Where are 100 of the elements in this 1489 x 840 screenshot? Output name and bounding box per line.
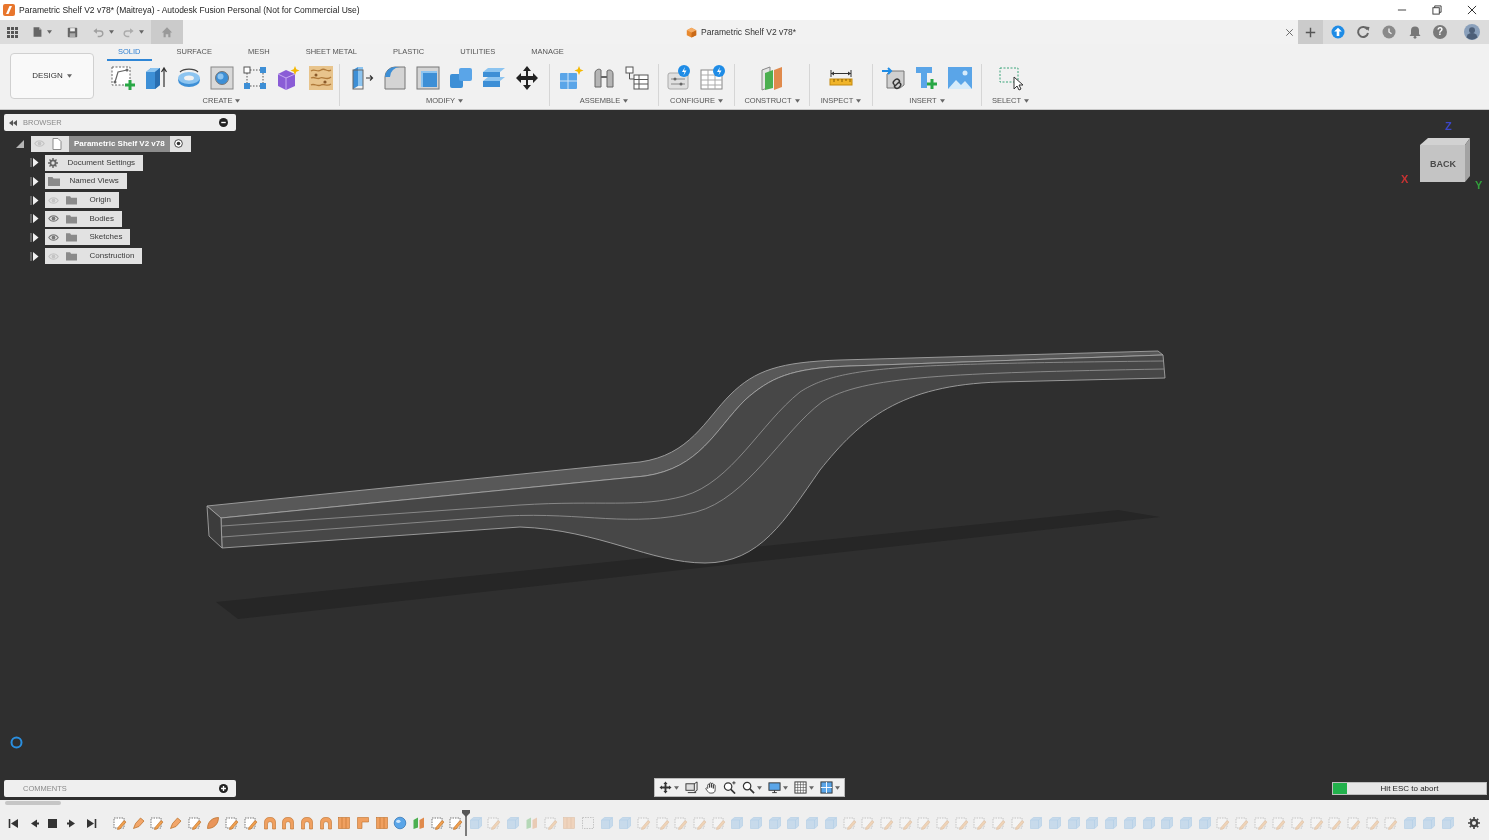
up-arrow-circle-icon[interactable] [1331,25,1345,39]
dashed-square-icon[interactable] [580,816,595,830]
planes-icon[interactable] [524,816,539,830]
panel-arrow-icon[interactable] [349,65,375,91]
pencil-square-icon[interactable] [655,816,670,830]
pencil-square-icon[interactable] [954,816,969,830]
avatar-icon[interactable] [1464,24,1480,40]
dashed-box-cursor-icon[interactable] [997,65,1024,91]
file-icon[interactable] [32,26,43,38]
caret-icon[interactable] [835,785,840,790]
leaf-icon[interactable] [206,816,221,830]
tree-item[interactable]: Origin [44,192,119,208]
pencil-square-icon[interactable] [1253,816,1268,830]
play-icon[interactable] [66,817,78,829]
pencil-square-icon[interactable] [674,816,689,830]
pencil-square-icon[interactable] [430,816,445,830]
arch-icon[interactable] [318,816,333,830]
surface-tile-icon[interactable] [1440,816,1455,830]
expand-triangle-icon[interactable] [29,213,39,225]
pencil-square-icon[interactable] [992,816,1006,830]
pencil-square-icon[interactable] [1216,816,1231,830]
magnifier-plus-icon[interactable] [723,781,736,794]
arch-icon[interactable] [281,816,296,830]
texture-tile-icon[interactable] [307,65,334,91]
surface-tile-icon[interactable] [1104,816,1119,830]
surface-tile-icon[interactable] [823,816,838,830]
striped-block-icon[interactable] [562,816,577,830]
caret-icon[interactable] [109,30,114,34]
undo-icon[interactable] [93,26,104,38]
home-button[interactable] [151,20,183,44]
surface-tile-icon[interactable] [599,816,614,830]
box-link-icon[interactable] [881,65,907,91]
hand-icon[interactable] [704,781,717,794]
t-shape-plus-icon[interactable] [914,65,940,91]
planes-icon[interactable] [412,816,426,830]
pencil-square-icon[interactable] [711,816,726,830]
surface-tile-icon[interactable] [1421,816,1436,830]
l-shape-icon[interactable] [355,816,370,830]
pencil-square-icon[interactable] [973,816,988,830]
clock-icon[interactable] [1382,25,1396,39]
surface-tile-icon[interactable] [1029,816,1044,830]
picture-icon[interactable] [947,65,973,91]
block-sparkle-icon[interactable] [558,65,584,91]
arch-icon[interactable] [262,816,277,830]
four-arrows-icon[interactable] [659,781,672,794]
pencil-square-icon[interactable] [150,816,165,830]
tree-item[interactable]: Sketches [44,229,131,246]
pencil-square-icon[interactable] [187,816,202,830]
save-icon[interactable] [67,26,78,38]
striped-block-icon[interactable] [374,816,389,830]
workspace-menu-button[interactable]: DESIGN [10,53,94,99]
redo-icon[interactable] [123,26,134,38]
striped-block-icon[interactable] [337,816,352,830]
expand-triangle-icon[interactable] [29,175,39,187]
move-arrows-icon[interactable] [514,65,540,91]
caret-icon[interactable] [47,30,52,34]
caret-icon[interactable] [757,785,762,790]
close-icon[interactable] [1285,27,1294,37]
pencil-square-icon[interactable] [693,816,707,830]
pencil-square-icon[interactable] [636,816,651,830]
pencil-square-icon[interactable] [1328,816,1343,830]
surface-tile-icon[interactable] [1085,816,1100,830]
pencil-square-icon[interactable] [861,816,876,830]
grid-icon[interactable] [794,781,807,794]
expand-triangle-icon[interactable] [29,194,39,206]
skip-forward-icon[interactable] [86,817,97,829]
pencil-square-icon[interactable] [1010,816,1025,830]
pencil-square-icon[interactable] [1365,816,1380,830]
pencil-square-icon[interactable] [487,816,502,830]
surface-tile-icon[interactable] [1178,816,1193,830]
surface-tile-icon[interactable] [1048,816,1063,830]
surface-tile-icon[interactable] [1160,816,1175,830]
hole-block-icon[interactable] [208,65,235,91]
expand-triangle-icon[interactable] [16,138,25,150]
circular-arrow-icon[interactable] [1356,25,1370,39]
eye-icon[interactable] [47,250,59,262]
caret-icon[interactable] [783,785,788,790]
pencil-square-icon[interactable] [1291,816,1305,830]
minus-circle-icon[interactable] [219,118,228,127]
pencil-square-icon[interactable] [917,816,932,830]
surface-tile-icon[interactable] [786,816,801,830]
surface-tile-icon[interactable] [805,816,820,830]
surface-tile-icon[interactable] [1197,816,1212,830]
pencil-square-icon[interactable] [1272,816,1287,830]
hollow-box-icon[interactable] [415,65,441,91]
pencil-square-icon[interactable] [1234,816,1249,830]
stacked-cubes-icon[interactable] [448,65,474,91]
pencil-square-icon[interactable] [898,816,913,830]
new-tab-button[interactable] [1298,20,1323,44]
expand-triangle-icon[interactable] [29,231,39,243]
pencil-square-icon[interactable] [243,816,258,830]
tree-item[interactable]: Named Views [44,173,127,190]
square-pattern-icon[interactable] [241,65,268,91]
eye-icon[interactable] [34,138,45,150]
surface-tile-icon[interactable] [730,816,745,830]
settings-icon[interactable] [1468,817,1480,829]
pencil-icon[interactable] [169,816,184,830]
pencil-square-icon[interactable] [1309,816,1324,830]
document-tab[interactable]: Parametric Shelf V2 v78* [686,25,796,39]
panes-icon[interactable] [820,781,833,794]
